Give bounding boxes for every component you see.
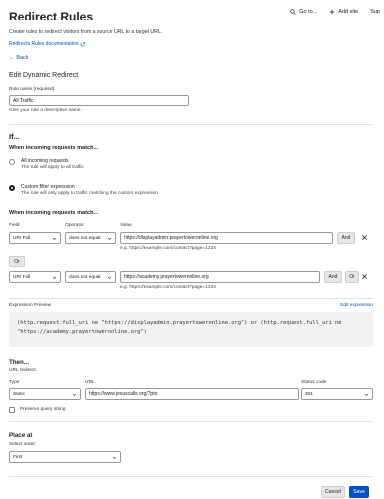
field-select-2-value: URI Full <box>13 274 31 280</box>
url-redirect-label: URL redirect <box>9 368 36 373</box>
chevron-down-icon <box>364 393 369 396</box>
radio-all-requests-title: All incoming requests <box>21 158 69 164</box>
chevron-down-icon <box>72 393 77 396</box>
status-code-select[interactable]: 301 <box>301 388 373 400</box>
or-button-label: Or <box>14 258 20 265</box>
operator-column-label: Operator <box>65 223 84 228</box>
rule-name-value: All Traffic <box>13 97 34 104</box>
place-at-heading: Place at <box>9 432 33 439</box>
type-select[interactable]: Static <box>9 388 81 400</box>
value-hint-2: e.g. https://example.com/contact?page=12… <box>120 285 216 290</box>
radio-all-requests[interactable] <box>9 159 15 165</box>
type-select-value: Static <box>13 391 25 397</box>
value-hint-1: e.g. https://example.com/contact?page=12… <box>120 246 216 251</box>
edit-heading: Edit Dynamic Redirect <box>9 72 79 79</box>
cancel-button[interactable]: Cancel <box>321 486 345 498</box>
save-button-label: Save <box>353 489 365 495</box>
radio-custom-filter-desc: The rule will only apply to traffic matc… <box>21 191 158 196</box>
preserve-query-label: Preserve query string <box>20 407 66 412</box>
radio-all-requests-desc: The rule will apply to all traffic <box>21 165 84 170</box>
status-code-value: 301 <box>305 391 314 397</box>
operator-select-1-value: does not equal <box>69 235 101 241</box>
order-select[interactable]: First <box>9 451 121 463</box>
and-button-1[interactable]: And <box>337 232 355 244</box>
remove-row-1-button[interactable] <box>361 234 368 243</box>
url-label: URL <box>85 380 95 385</box>
remove-row-2-button[interactable] <box>361 273 368 282</box>
field-select-2[interactable]: URI Full <box>9 271 61 283</box>
type-label: Type <box>9 380 20 385</box>
radio-custom-filter-title: Custom filter expression <box>21 184 75 190</box>
order-select-value: First <box>13 454 23 460</box>
cancel-button-label: Cancel <box>324 489 342 495</box>
divider <box>9 421 373 422</box>
main-content: Redirect Rules Create rules to redirect … <box>9 12 373 498</box>
select-order-label: Select order: <box>9 442 37 447</box>
preserve-query-checkbox[interactable] <box>9 407 15 413</box>
close-icon <box>362 274 367 279</box>
rule-name-input[interactable]: All Traffic <box>9 95 189 106</box>
operator-select-1[interactable]: does not equal <box>65 232 116 244</box>
and-button-2[interactable]: And <box>324 271 342 283</box>
and-button-1-label: And <box>341 235 351 241</box>
or-button-2[interactable]: Or <box>345 271 359 283</box>
if-heading: If... <box>9 132 20 141</box>
url-input-value: https://www.jesuscalls.org/?pto <box>89 391 158 397</box>
page-title: Redirect Rules <box>9 12 94 20</box>
and-button-2-label: And <box>328 274 338 280</box>
status-code-label: Status code <box>301 380 327 385</box>
expression-line-1: (http.request.full_uri ne "https://displ… <box>17 320 342 326</box>
chevron-down-icon <box>52 276 57 279</box>
chevron-down-icon <box>107 237 112 240</box>
expression-line-2: "https://academy.prayertoweronline.org") <box>17 329 147 335</box>
value-input-1-value: https://displayadmin.prayertoweronline.o… <box>124 235 218 241</box>
url-input[interactable]: https://www.jesuscalls.org/?pto <box>85 388 299 400</box>
back-arrow-icon: ← <box>9 55 15 61</box>
external-link-icon <box>81 41 86 46</box>
or-button[interactable]: Or <box>9 256 25 267</box>
or-button-2-label: Or <box>349 274 355 280</box>
rule-name-help: Give your rule a descriptive name. <box>9 108 82 113</box>
expression-preview-label: Expression Preview <box>9 303 52 308</box>
field-select-1-value: URI Full <box>13 235 31 241</box>
documentation-link[interactable]: Redirects Rules documentation <box>9 41 86 47</box>
radio-all-requests-control[interactable] <box>9 159 15 165</box>
divider <box>9 298 373 299</box>
field-column-label: Field <box>9 223 20 228</box>
match-heading: When incoming requests match... <box>9 145 99 151</box>
value-input-2-value: https://academy.prayertoweronline.org <box>124 274 209 280</box>
operator-select-2[interactable]: does not equal <box>65 271 116 283</box>
operator-select-2-value: does not equal <box>69 274 101 280</box>
expression-preview: (http.request.full_uri ne "https://displ… <box>9 312 373 347</box>
then-heading: Then... <box>9 359 29 366</box>
value-column-label: Value <box>120 223 132 228</box>
page-description: Create rules to redirect visitors from a… <box>9 29 163 35</box>
divider <box>9 124 373 125</box>
filter-heading: When incoming requests match... <box>9 210 99 216</box>
edit-expression-link[interactable]: Edit expression <box>340 303 373 308</box>
radio-custom-filter-control[interactable] <box>9 185 15 191</box>
radio-custom-filter[interactable] <box>9 185 15 191</box>
chevron-down-icon <box>52 237 57 240</box>
rule-name-label: Rule name (required) <box>9 87 55 92</box>
chevron-down-icon <box>112 456 117 459</box>
back-link-label: Back <box>16 55 29 61</box>
value-input-1[interactable]: https://displayadmin.prayertoweronline.o… <box>120 232 333 244</box>
close-icon <box>362 235 367 240</box>
field-select-1[interactable]: URI Full <box>9 232 61 244</box>
chevron-down-icon <box>107 276 112 279</box>
divider <box>9 476 373 477</box>
save-button[interactable]: Save <box>349 486 369 498</box>
back-link[interactable]: ← Back <box>9 55 28 61</box>
documentation-link-label: Redirects Rules documentation <box>9 41 79 47</box>
value-input-2[interactable]: https://academy.prayertoweronline.org <box>120 271 320 283</box>
